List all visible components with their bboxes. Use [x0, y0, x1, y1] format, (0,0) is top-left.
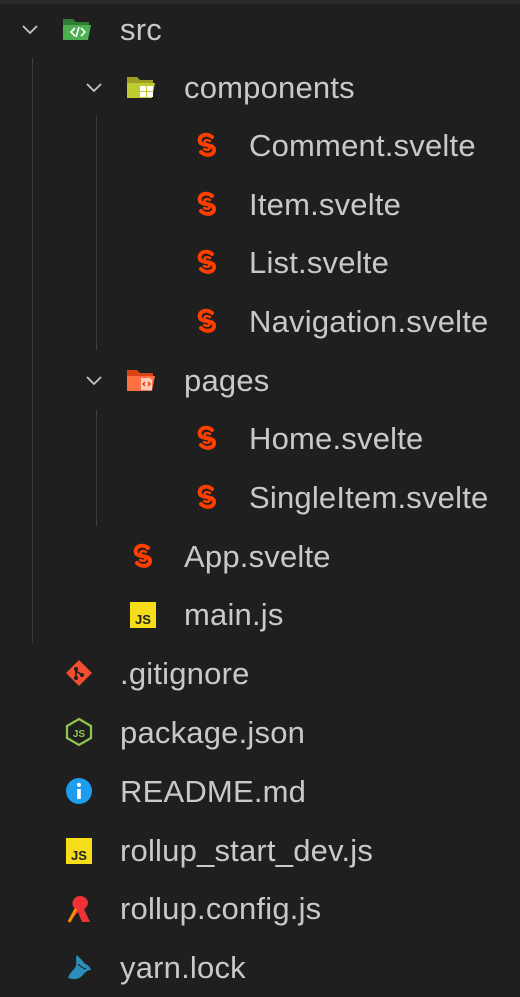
chevron-down-icon[interactable]: [84, 78, 104, 98]
svg-text:JS: JS: [135, 612, 151, 627]
file-explorer-tree: src components Comment.svelte Item.svelt…: [0, 0, 520, 986]
tree-label-pages: pages: [184, 363, 270, 398]
tree-label-main: main.js: [184, 597, 284, 632]
tree-row-home-svelte[interactable]: Home.svelte: [0, 409, 520, 468]
svelte-icon: [192, 423, 222, 453]
svelte-icon: [192, 482, 222, 512]
tree-row-package-json[interactable]: JS package.json: [0, 703, 520, 762]
tree-label-singleitem: SingleItem.svelte: [249, 480, 489, 515]
tree-label-src: src: [120, 12, 162, 47]
tree-row-item-svelte[interactable]: Item.svelte: [0, 175, 520, 234]
tree-row-src-folder[interactable]: src: [0, 0, 520, 59]
tree-row-main-js[interactable]: JS main.js: [0, 585, 520, 644]
svelte-icon: [192, 130, 222, 160]
svelte-icon: [128, 541, 158, 571]
chevron-down-icon[interactable]: [20, 20, 40, 40]
tree-row-singleitem-svelte[interactable]: SingleItem.svelte: [0, 468, 520, 527]
tree-label-rollup-start: rollup_start_dev.js: [120, 833, 374, 868]
tree-row-app-svelte[interactable]: App.svelte: [0, 527, 520, 586]
tree-label-components: components: [184, 70, 355, 105]
nodejs-icon: JS: [64, 717, 94, 747]
rollup-icon: [64, 893, 94, 923]
tree-label-gitignore: .gitignore: [120, 656, 250, 691]
svelte-icon: [192, 247, 222, 277]
tree-label-yarn: yarn.lock: [120, 950, 246, 985]
yarn-icon: [64, 952, 94, 982]
tree-row-comment-svelte[interactable]: Comment.svelte: [0, 116, 520, 175]
folder-src-open-icon: [62, 14, 92, 44]
javascript-icon: JS: [128, 599, 158, 629]
tree-row-gitignore[interactable]: .gitignore: [0, 644, 520, 703]
tree-label-rollup-config: rollup.config.js: [120, 891, 322, 926]
svelte-icon: [192, 189, 222, 219]
svg-text:JS: JS: [73, 729, 86, 740]
folder-pages-open-icon: [126, 365, 156, 395]
tree-label-app: App.svelte: [184, 539, 331, 574]
tree-row-rollup-start-dev-js[interactable]: JS rollup_start_dev.js: [0, 821, 520, 880]
tree-row-rollup-config-js[interactable]: rollup.config.js: [0, 879, 520, 938]
git-icon: [64, 658, 94, 688]
svelte-icon: [192, 306, 222, 336]
info-icon: [64, 776, 94, 806]
tree-label-navigation: Navigation.svelte: [249, 304, 489, 339]
tree-label-package: package.json: [120, 715, 306, 750]
tree-label-readme: README.md: [120, 774, 307, 809]
tree-label-list: List.svelte: [249, 245, 390, 280]
tree-row-components-folder[interactable]: components: [0, 58, 520, 117]
chevron-down-icon[interactable]: [84, 371, 104, 391]
folder-components-open-icon: [126, 72, 156, 102]
javascript-icon: JS: [64, 835, 94, 865]
svg-text:JS: JS: [71, 848, 87, 863]
tree-row-readme-md[interactable]: README.md: [0, 762, 520, 821]
tree-label-item: Item.svelte: [249, 187, 402, 222]
tree-label-comment: Comment.svelte: [249, 128, 476, 163]
tree-row-pages-folder[interactable]: pages: [0, 351, 520, 410]
tree-row-list-svelte[interactable]: List.svelte: [0, 233, 520, 292]
tree-row-yarn-lock[interactable]: yarn.lock: [0, 938, 520, 997]
tree-row-navigation-svelte[interactable]: Navigation.svelte: [0, 292, 520, 351]
tree-label-home: Home.svelte: [249, 421, 424, 456]
